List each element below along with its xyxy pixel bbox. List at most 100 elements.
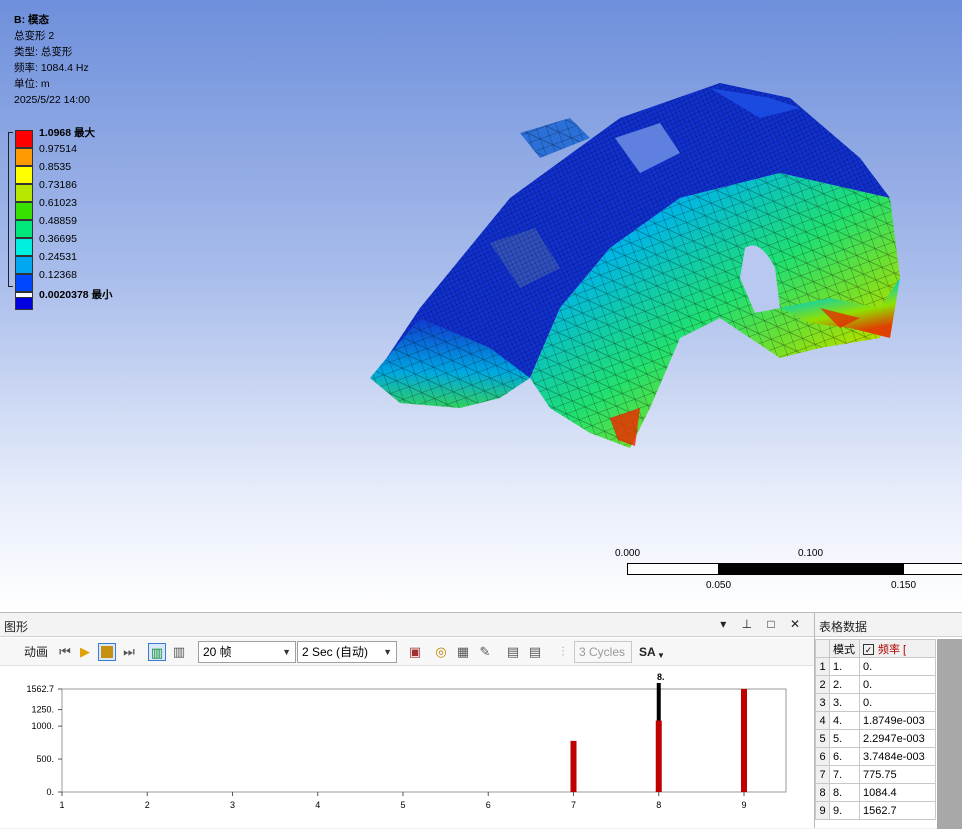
chart-icon[interactable]: ⫶ <box>554 643 572 661</box>
table-row[interactable]: 11.0. <box>816 658 936 676</box>
animation-toolbar: 动画 ⏮ ▶ ⏭ ▥ ▥ 20 帧▼ 2 Sec (自动)▼ ▣ ◎ ▦ ✎ ▤… <box>0 638 814 666</box>
distributed-frames-icon[interactable]: ▥ <box>148 643 166 661</box>
scale-label-50: 0.050 <box>706 580 731 591</box>
tabular-data-panel[interactable]: 表格数据 模式 ✓频率 [ 11.0.22.0.33.0.44.1.8749e-… <box>814 612 962 828</box>
frequency-chart[interactable]: 0.500.1000.1250.1562.71234567898. <box>0 667 814 829</box>
table-row[interactable]: 66.3.7484e-003 <box>816 748 936 766</box>
scale-segment-2 <box>811 563 903 575</box>
legend-label: 1.0968 最大 <box>39 125 95 140</box>
grid-icon[interactable]: ▦ <box>454 643 472 661</box>
mode-cell[interactable]: 8. <box>830 784 860 802</box>
column-mode[interactable]: 模式 <box>830 640 860 658</box>
row-index[interactable]: 9 <box>816 802 830 820</box>
animation-label: 动画 <box>24 642 48 662</box>
fem-model-view[interactable] <box>360 78 920 478</box>
legend-bracket <box>8 132 13 287</box>
legend-swatch <box>15 148 33 166</box>
legend-below-min <box>15 292 215 300</box>
table-row[interactable]: 22.0. <box>816 676 936 694</box>
frequency-bar[interactable] <box>656 721 662 792</box>
frames-select[interactable]: 20 帧▼ <box>198 641 296 663</box>
row-index[interactable]: 6 <box>816 748 830 766</box>
frequency-cell[interactable]: 3.7484e-003 <box>860 748 936 766</box>
selected-mode-marker[interactable] <box>657 683 661 721</box>
export-video-icon[interactable]: ▣ <box>406 643 424 661</box>
table-empty-area <box>937 639 962 829</box>
frequency-cell[interactable]: 775.75 <box>860 766 936 784</box>
x-tick-label: 1 <box>59 800 64 810</box>
row-index[interactable]: 2 <box>816 676 830 694</box>
mode-cell[interactable]: 9. <box>830 802 860 820</box>
legend-swatch <box>15 274 33 292</box>
table-row[interactable]: 88.1084.4 <box>816 784 936 802</box>
panel-controls-icon[interactable]: ▾ ⊥ □ ✕ <box>720 617 806 631</box>
column-frequency-label: 频率 [ <box>878 644 906 656</box>
cycles-value: 3 Cycles <box>579 645 625 659</box>
legend-label: 0.12368 <box>39 269 77 281</box>
table-row[interactable]: 55.2.2947e-003 <box>816 730 936 748</box>
x-tick-label: 5 <box>400 800 405 810</box>
legend-label: 0.24531 <box>39 251 77 263</box>
legend-swatch <box>15 220 33 238</box>
mode-cell[interactable]: 7. <box>830 766 860 784</box>
frequency-cell[interactable]: 0. <box>860 676 936 694</box>
legend-label: 0.36695 <box>39 233 77 245</box>
scale-bar: 0.000 0.100 0.050 0.150 <box>610 548 962 598</box>
frequency-cell[interactable]: 1084.4 <box>860 784 936 802</box>
skip-back-icon[interactable]: ⏮ <box>56 643 74 661</box>
frequency-cell[interactable]: 0. <box>860 694 936 712</box>
table-alt-icon[interactable]: ▤ <box>526 643 544 661</box>
legend-label: 0.73186 <box>39 179 77 191</box>
legend-swatch <box>15 238 33 256</box>
frequency-cell[interactable]: 1.8749e-003 <box>860 712 936 730</box>
mode-cell[interactable]: 4. <box>830 712 860 730</box>
graph-panel[interactable]: 图形 ▾ ⊥ □ ✕ 动画 ⏮ ▶ ⏭ ▥ ▥ 20 帧▼ 2 Sec (自动)… <box>0 612 814 828</box>
x-tick-label: 2 <box>145 800 150 810</box>
stop-icon[interactable] <box>98 643 116 661</box>
row-index[interactable]: 4 <box>816 712 830 730</box>
row-index[interactable]: 5 <box>816 730 830 748</box>
tabular-data-table: 模式 ✓频率 [ 11.0.22.0.33.0.44.1.8749e-00355… <box>815 639 936 820</box>
frequency-bar[interactable] <box>571 741 577 792</box>
play-icon[interactable]: ▶ <box>76 643 94 661</box>
result-frames-icon[interactable]: ▥ <box>170 643 188 661</box>
scale-label-0: 0.000 <box>615 548 640 559</box>
frequency-cell[interactable]: 1562.7 <box>860 802 936 820</box>
table-header: 表格数据 <box>815 613 962 637</box>
plot-area[interactable] <box>62 689 786 792</box>
mode-cell[interactable]: 2. <box>830 676 860 694</box>
sa-dropdown-icon[interactable]: ▼ <box>657 646 665 666</box>
y-tick-label: 500. <box>36 754 54 764</box>
table-row[interactable]: 33.0. <box>816 694 936 712</box>
legend-swatch <box>15 292 33 298</box>
selected-mode-label: 8. <box>657 672 665 682</box>
mode-cell[interactable]: 3. <box>830 694 860 712</box>
duration-select[interactable]: 2 Sec (自动)▼ <box>297 641 397 663</box>
column-checkbox[interactable]: ✓ <box>863 644 874 655</box>
y-tick-label: 1000. <box>31 721 54 731</box>
row-index[interactable]: 1 <box>816 658 830 676</box>
table-row[interactable]: 77.775.75 <box>816 766 936 784</box>
frequency-cell[interactable]: 2.2947e-003 <box>860 730 936 748</box>
row-index[interactable]: 3 <box>816 694 830 712</box>
table-icon[interactable]: ▤ <box>504 643 522 661</box>
column-frequency[interactable]: ✓ 频率 [ <box>860 640 936 658</box>
mode-cell[interactable]: 6. <box>830 748 860 766</box>
frequency-bar[interactable] <box>741 689 747 792</box>
row-index[interactable]: 8 <box>816 784 830 802</box>
frequency-cell[interactable]: 0. <box>860 658 936 676</box>
skip-forward-icon[interactable]: ⏭ <box>120 643 138 661</box>
mode-cell[interactable]: 5. <box>830 730 860 748</box>
row-index[interactable]: 7 <box>816 766 830 784</box>
result-name: 总变形 2 <box>14 28 90 44</box>
zoom-icon[interactable]: ◎ <box>432 643 450 661</box>
table-row[interactable]: 99.1562.7 <box>816 802 936 820</box>
mode-cell[interactable]: 1. <box>830 658 860 676</box>
table-row[interactable]: 44.1.8749e-003 <box>816 712 936 730</box>
graphics-viewport[interactable]: B: 模态 总变形 2 类型: 总变形 频率: 1084.4 Hz 单位: m … <box>0 0 962 612</box>
y-tick-label: 1250. <box>31 705 54 715</box>
sa-button[interactable]: SA <box>639 642 656 662</box>
brush-icon[interactable]: ✎ <box>476 643 494 661</box>
cycles-input[interactable]: 3 Cycles <box>574 641 632 663</box>
result-timestamp: 2025/5/22 14:00 <box>14 92 90 108</box>
